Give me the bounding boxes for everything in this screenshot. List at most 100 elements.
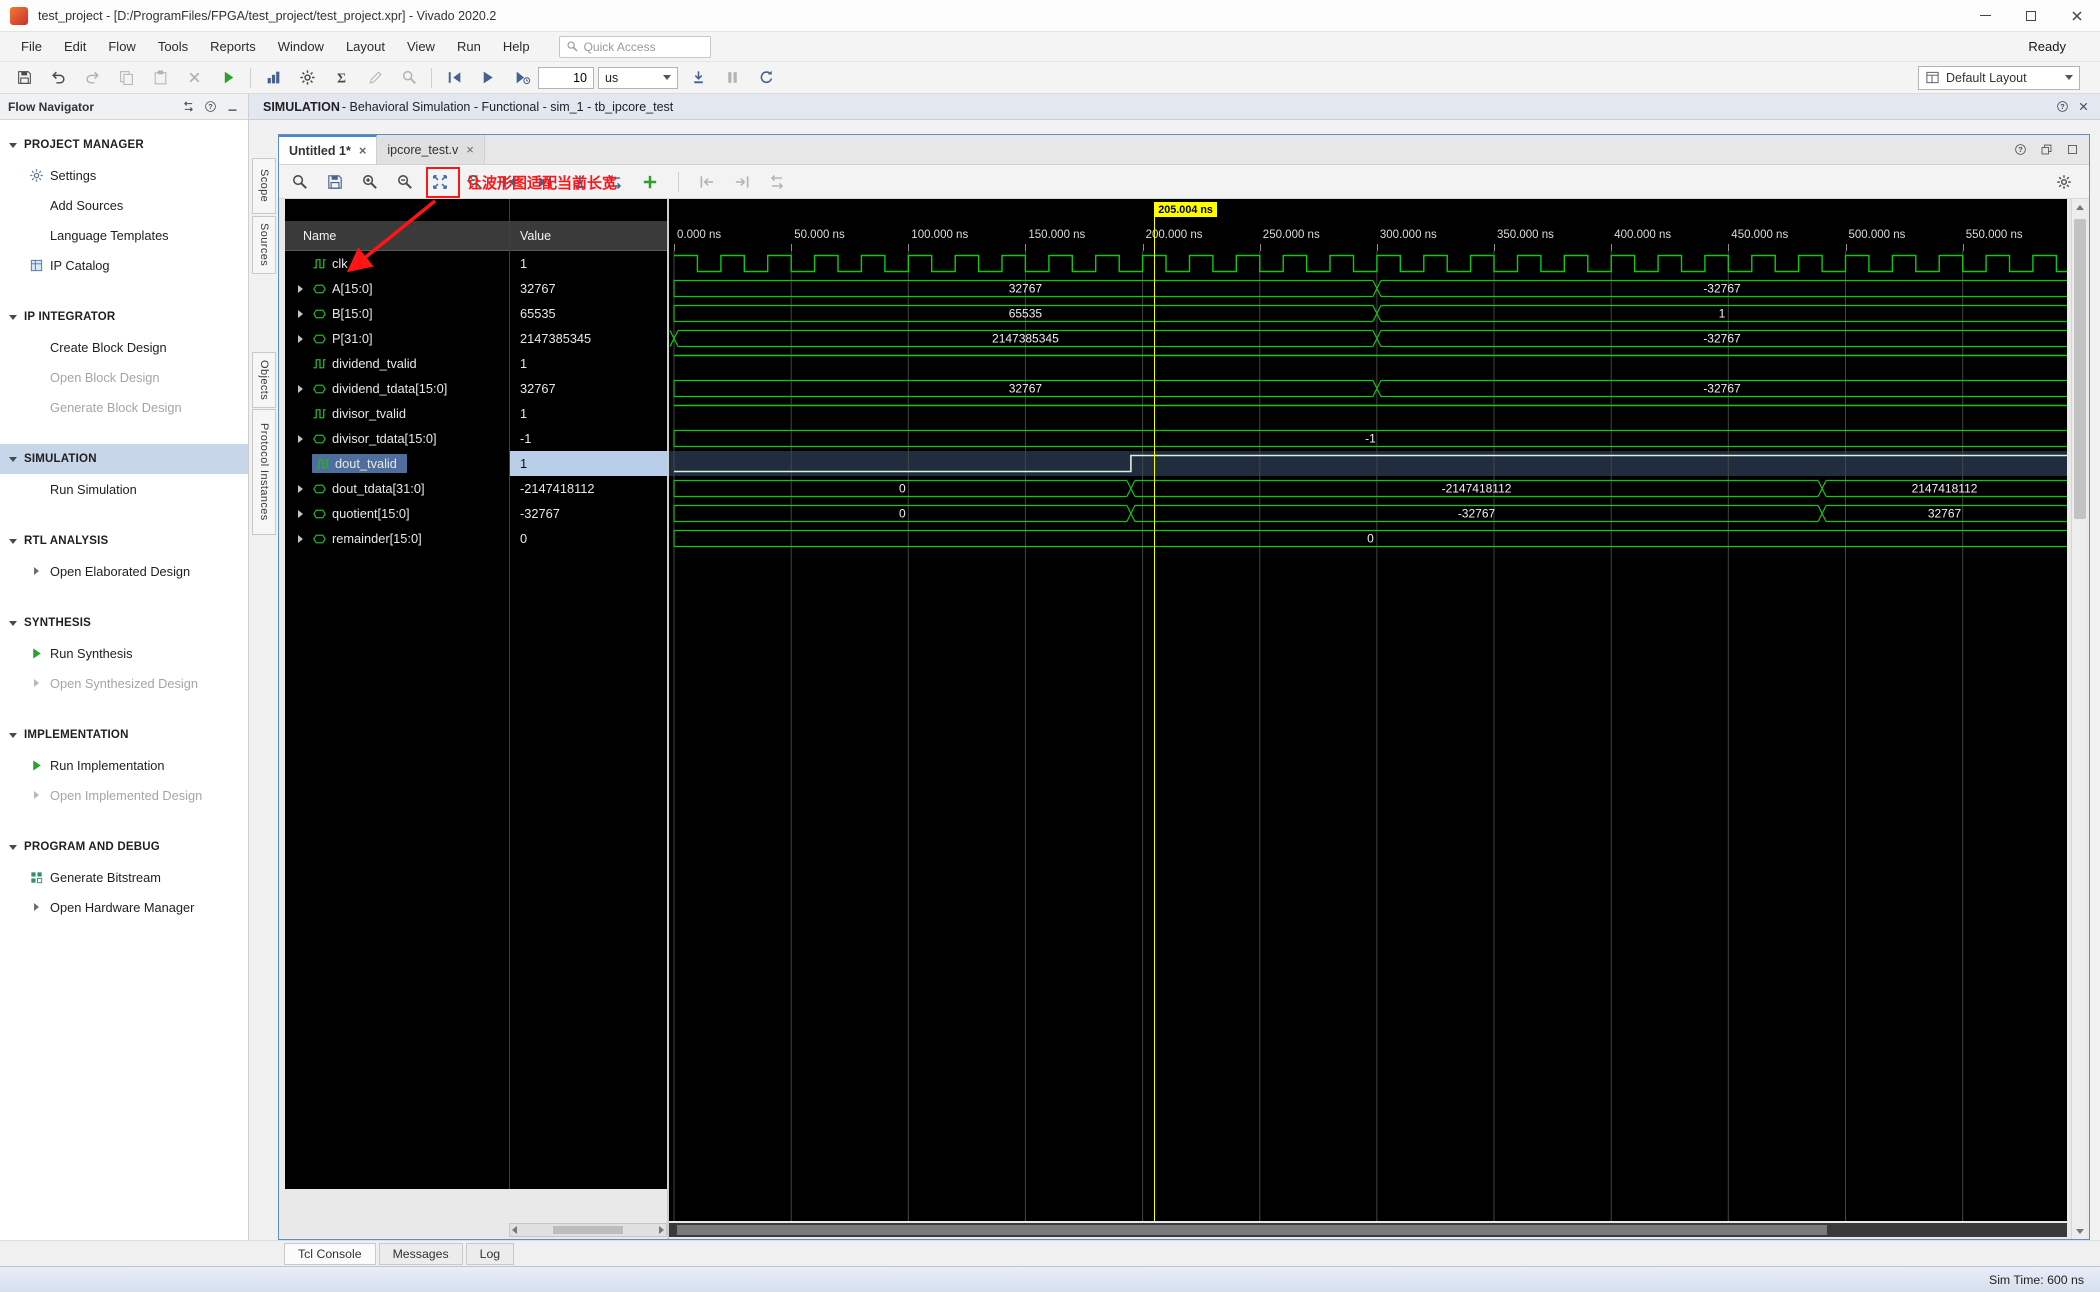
layout-select[interactable]: Default Layout [1918, 65, 2080, 90]
help-button[interactable]: ? [200, 97, 220, 117]
signal-name-remainder-15-0[interactable]: remainder[15:0] [285, 526, 509, 551]
close-button[interactable] [2054, 0, 2100, 31]
dashboard-button[interactable] [259, 65, 287, 91]
signal-name-p-31-0[interactable]: P[31:0] [285, 326, 509, 351]
panel-swap-button[interactable] [178, 97, 198, 117]
goto-end-button[interactable] [727, 167, 757, 197]
flow-item-add-sources[interactable]: Add Sources [0, 190, 248, 220]
tab-log[interactable]: Log [465, 1242, 515, 1265]
waveform-scrollbar-thumb[interactable] [677, 1225, 1827, 1235]
scroll-down-button[interactable] [2072, 1223, 2088, 1239]
menu-tools[interactable]: Tools [147, 32, 199, 61]
value-column-header[interactable]: Value [510, 221, 667, 251]
menu-file[interactable]: File [10, 32, 53, 61]
quick-access-search[interactable]: Quick Access [558, 35, 711, 58]
menu-help[interactable]: Help [492, 32, 541, 61]
flow-item-generate-bitstream[interactable]: Generate Bitstream [0, 862, 248, 892]
wave-settings-button[interactable] [2049, 167, 2079, 197]
gear-button[interactable] [293, 65, 321, 91]
signal-name-divisor-tdata-15-0[interactable]: divisor_tdata[15:0] [285, 426, 509, 451]
signal-value-dividend-tvalid[interactable]: 1 [510, 351, 667, 376]
signal-value-quotient-15-0[interactable]: -32767 [510, 501, 667, 526]
goto-start-button[interactable] [692, 167, 722, 197]
waveform-horizontal-scrollbar[interactable] [669, 1223, 2067, 1237]
copy-button[interactable] [112, 65, 140, 91]
play-button[interactable] [214, 65, 242, 91]
swap-cursors-button[interactable] [762, 167, 792, 197]
collapse-button[interactable] [222, 97, 242, 117]
signal-value-dout-tdata-31-0[interactable]: -2147418112 [510, 476, 667, 501]
flow-item-generate-block-design[interactable]: Generate Block Design [0, 392, 248, 422]
flow-item-open-elaborated-design[interactable]: Open Elaborated Design [0, 556, 248, 586]
section-ip-integrator[interactable]: IP INTEGRATOR [0, 302, 248, 332]
sim-time-input[interactable] [538, 66, 594, 89]
relaunch-button[interactable] [752, 65, 780, 91]
float-button[interactable] [2035, 139, 2057, 161]
signal-value-clk[interactable]: 1 [510, 251, 667, 276]
signal-name-divisor-tvalid[interactable]: divisor_tvalid [285, 401, 509, 426]
flow-item-open-hardware-manager[interactable]: Open Hardware Manager [0, 892, 248, 922]
signal-value-p-31-0[interactable]: 2147385345 [510, 326, 667, 351]
section-rtl-analysis[interactable]: RTL ANALYSIS [0, 526, 248, 556]
save-button[interactable] [10, 65, 38, 91]
flow-item-run-implementation[interactable]: Run Implementation [0, 750, 248, 780]
save-button[interactable] [320, 167, 350, 197]
pause-button[interactable] [718, 65, 746, 91]
minimize-button[interactable] [1962, 0, 2008, 31]
menu-view[interactable]: View [396, 32, 446, 61]
signal-value-remainder-15-0[interactable]: 0 [510, 526, 667, 551]
side-tab-scope[interactable]: Scope [252, 158, 276, 214]
section-program-and-debug[interactable]: PROGRAM AND DEBUG [0, 832, 248, 862]
section-simulation[interactable]: SIMULATION [0, 444, 248, 474]
tab-ipcore-test-v[interactable]: ipcore_test.v × [377, 135, 485, 164]
menu-flow[interactable]: Flow [97, 32, 146, 61]
pencil-button[interactable] [361, 65, 389, 91]
signal-value-b-15-0[interactable]: 65535 [510, 301, 667, 326]
search-button[interactable] [285, 167, 315, 197]
zoom-in-button[interactable] [355, 167, 385, 197]
scroll-up-button[interactable] [2072, 199, 2088, 215]
signal-name-quotient-15-0[interactable]: quotient[15:0] [285, 501, 509, 526]
cursor-line[interactable] [1154, 216, 1156, 1221]
name-horizontal-scrollbar[interactable] [509, 1223, 667, 1237]
run-for-button[interactable] [508, 65, 536, 91]
vertical-scrollbar[interactable] [2071, 199, 2087, 1239]
flow-item-create-block-design[interactable]: Create Block Design [0, 332, 248, 362]
menu-window[interactable]: Window [267, 32, 335, 61]
signal-name-dividend-tvalid[interactable]: dividend_tvalid [285, 351, 509, 376]
paste-button[interactable] [146, 65, 174, 91]
flow-item-run-simulation[interactable]: Run Simulation [0, 474, 248, 504]
flow-item-settings[interactable]: Settings [0, 160, 248, 190]
maximize-button[interactable] [2008, 0, 2054, 31]
menu-edit[interactable]: Edit [53, 32, 97, 61]
tab-tcl-console[interactable]: Tcl Console [284, 1242, 376, 1265]
flow-item-ip-catalog[interactable]: IP Catalog [0, 250, 248, 280]
flow-item-open-block-design[interactable]: Open Block Design [0, 362, 248, 392]
delete-button[interactable] [180, 65, 208, 91]
time-ruler[interactable]: 0.000 ns 50.000 ns 100.000 ns 150.000 ns 200… [669, 221, 2067, 251]
section-project-manager[interactable]: PROJECT MANAGER [0, 130, 248, 160]
signal-value-dividend-tdata-15-0[interactable]: 32767 [510, 376, 667, 401]
vertical-scrollbar-thumb[interactable] [2074, 219, 2086, 519]
signal-name-b-15-0[interactable]: B[15:0] [285, 301, 509, 326]
name-scrollbar-thumb[interactable] [553, 1226, 623, 1234]
maximize-panel-button[interactable] [2061, 139, 2083, 161]
section-synthesis[interactable]: SYNTHESIS [0, 608, 248, 638]
waveform-plot-area[interactable]: 205.004 ns 0.000 ns 50.000 ns 100.000 ns 15… [669, 199, 2067, 1221]
flow-item-run-synthesis[interactable]: Run Synthesis [0, 638, 248, 668]
side-tab-sources[interactable]: Sources [252, 216, 276, 274]
restart-button[interactable] [440, 65, 468, 91]
flow-item-language-templates[interactable]: Language Templates [0, 220, 248, 250]
menu-run[interactable]: Run [446, 32, 492, 61]
flow-item-open-synthesized-design[interactable]: Open Synthesized Design [0, 668, 248, 698]
zoom-out-button[interactable] [390, 167, 420, 197]
run-all-button[interactable] [474, 65, 502, 91]
sigma-button[interactable]: Σ [327, 65, 355, 91]
help-icon[interactable]: ? [2056, 100, 2069, 113]
menu-reports[interactable]: Reports [199, 32, 267, 61]
tab-close-icon[interactable]: × [466, 142, 474, 157]
section-implementation[interactable]: IMPLEMENTATION [0, 720, 248, 750]
probe-button[interactable] [395, 65, 423, 91]
tab-untitled-1[interactable]: Untitled 1* × [279, 135, 378, 164]
signal-name-dout-tdata-31-0[interactable]: dout_tdata[31:0] [285, 476, 509, 501]
